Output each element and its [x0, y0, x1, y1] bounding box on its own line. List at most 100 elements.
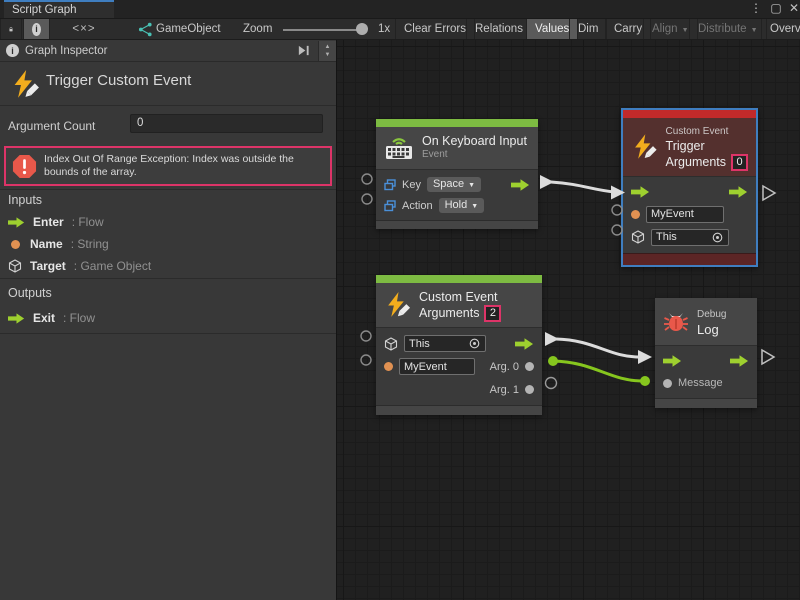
node-footer [376, 405, 542, 415]
inspector-node-title: Trigger Custom Event [46, 72, 191, 89]
window-maximize-icon[interactable]: ▢ [768, 1, 784, 16]
error-message-box: Index Out Of Range Exception: Index was … [4, 146, 332, 186]
spin-down-icon[interactable]: ▼ [325, 51, 331, 59]
dock-panel-icon[interactable] [297, 44, 310, 57]
setting-icon [384, 179, 396, 191]
target-field[interactable]: This [651, 229, 729, 246]
zoom-slider-track[interactable] [283, 29, 365, 31]
enter-input-port[interactable] [631, 186, 650, 198]
event-name-field[interactable]: MyEvent [646, 206, 724, 223]
relations-button[interactable]: Relations [466, 19, 532, 39]
tab-bar: Script Graph ⋮ ▢ ✕ [0, 0, 800, 18]
gameobject-port-icon[interactable] [384, 337, 398, 351]
node-footer [376, 220, 538, 229]
outputs-header: Outputs [8, 286, 52, 300]
graph-inspector-header: i Graph Inspector ▲ ▼ [0, 40, 336, 62]
overview-button[interactable]: Overv [761, 19, 800, 39]
target-field[interactable]: This [404, 335, 486, 352]
error-color-bar [623, 110, 756, 118]
wire-start-arrow [545, 332, 559, 346]
key-dropdown[interactable]: Space▼ [427, 177, 481, 192]
lock-button[interactable] [0, 19, 22, 39]
graph-inspector-panel: i Graph Inspector ▲ ▼ Trigger Custom Eve… [0, 40, 337, 600]
keyboard-event-icon [384, 135, 414, 161]
node-on-keyboard-input[interactable]: On Keyboard Input Event Key Space▼ Actio… [376, 119, 538, 229]
action-label: Action [402, 200, 433, 212]
dim-button[interactable]: Dim [569, 19, 607, 39]
gameobject-label[interactable]: GameObject [156, 19, 221, 39]
info-icon: i [6, 44, 19, 57]
wire-value-arg0-to-message [553, 361, 643, 381]
argument-count-input[interactable]: 0 [130, 114, 323, 133]
divider [0, 189, 336, 190]
arguments-count-field[interactable]: 2 [484, 305, 501, 322]
object-picker-icon[interactable] [468, 337, 481, 350]
setting-icon [384, 200, 396, 212]
message-label: Message [678, 377, 723, 389]
node-title: Log [697, 322, 726, 337]
action-dropdown[interactable]: Hold▼ [439, 198, 485, 213]
inputs-header: Inputs [8, 193, 42, 207]
output-row-exit: Exit: Flow [8, 308, 95, 328]
lock-icon [9, 23, 13, 36]
message-input-port[interactable] [663, 379, 672, 388]
clear-errors-button[interactable]: Clear Errors [395, 19, 475, 39]
wire-start-dot [548, 356, 558, 366]
node-title: Custom Event [419, 289, 501, 305]
string-port-icon[interactable] [384, 362, 393, 371]
external-port-circle[interactable] [361, 355, 371, 365]
node-title: On Keyboard Input [422, 134, 527, 148]
event-color-bar [376, 119, 538, 127]
enter-input-port[interactable] [663, 355, 682, 367]
flow-port-icon [8, 217, 25, 228]
external-port-circle[interactable] [362, 194, 372, 204]
info-icon: i [32, 23, 41, 36]
wire-flow-keyboard-to-trigger [551, 182, 615, 192]
window-menu-icon[interactable]: ⋮ [748, 1, 764, 16]
custom-event-icon [384, 292, 411, 319]
trigger-output-port[interactable] [511, 179, 530, 191]
arg0-output-port[interactable] [525, 362, 534, 371]
custom-event-icon [631, 134, 658, 161]
node-debug-log[interactable]: Debug Log Message [655, 298, 757, 408]
graph-toolbar: i <×> GameObject Zoom 1x Clear Errors Re… [0, 18, 800, 40]
wire-end-arrow [638, 350, 652, 364]
custom-event-icon [10, 70, 40, 100]
string-port-icon[interactable] [631, 210, 640, 219]
node-trigger-custom-event[interactable]: Custom Event Trigger Arguments 0 MyEvent [621, 108, 758, 267]
code-view-button[interactable]: <×> [58, 19, 110, 39]
object-picker-icon[interactable] [711, 231, 724, 244]
arg1-output-port[interactable] [525, 385, 534, 394]
exit-output-port[interactable] [730, 355, 749, 367]
divider [0, 333, 336, 334]
external-port-circle[interactable] [361, 331, 371, 341]
tab-script-graph[interactable]: Script Graph [4, 0, 114, 18]
external-port-circle[interactable] [546, 378, 557, 389]
event-name-field[interactable]: MyEvent [399, 358, 475, 375]
arguments-label: Arguments [419, 305, 479, 321]
exit-output-port[interactable] [729, 186, 748, 198]
distribute-button[interactable]: Distribute▼ [689, 19, 767, 39]
graph-canvas[interactable]: On Keyboard Input Event Key Space▼ Actio… [337, 40, 800, 600]
node-category: Custom Event [666, 124, 748, 139]
spin-up-icon[interactable]: ▲ [325, 43, 331, 51]
divider [0, 278, 336, 279]
node-category: Debug [697, 307, 726, 322]
zoom-slider-handle[interactable] [356, 23, 368, 35]
inspector-toggle-button[interactable]: i [23, 19, 50, 39]
window-close-icon[interactable]: ✕ [786, 1, 800, 16]
event-color-bar [376, 275, 542, 283]
node-custom-event[interactable]: Custom Event Arguments 2 This [376, 275, 542, 415]
chevron-down-icon: ▼ [751, 27, 758, 34]
gameobject-port-icon[interactable] [631, 230, 645, 244]
trigger-output-port[interactable] [515, 338, 534, 350]
chevron-down-icon: ▼ [471, 203, 478, 210]
chevron-down-icon: ▼ [682, 27, 689, 34]
input-row-name: Name: String [8, 234, 109, 254]
external-port-circle[interactable] [362, 174, 372, 184]
node-footer [623, 253, 756, 265]
arguments-count-field[interactable]: 0 [731, 154, 748, 171]
flow-continue-icon [763, 186, 775, 200]
string-port-icon [11, 240, 20, 249]
node-footer [655, 398, 757, 408]
